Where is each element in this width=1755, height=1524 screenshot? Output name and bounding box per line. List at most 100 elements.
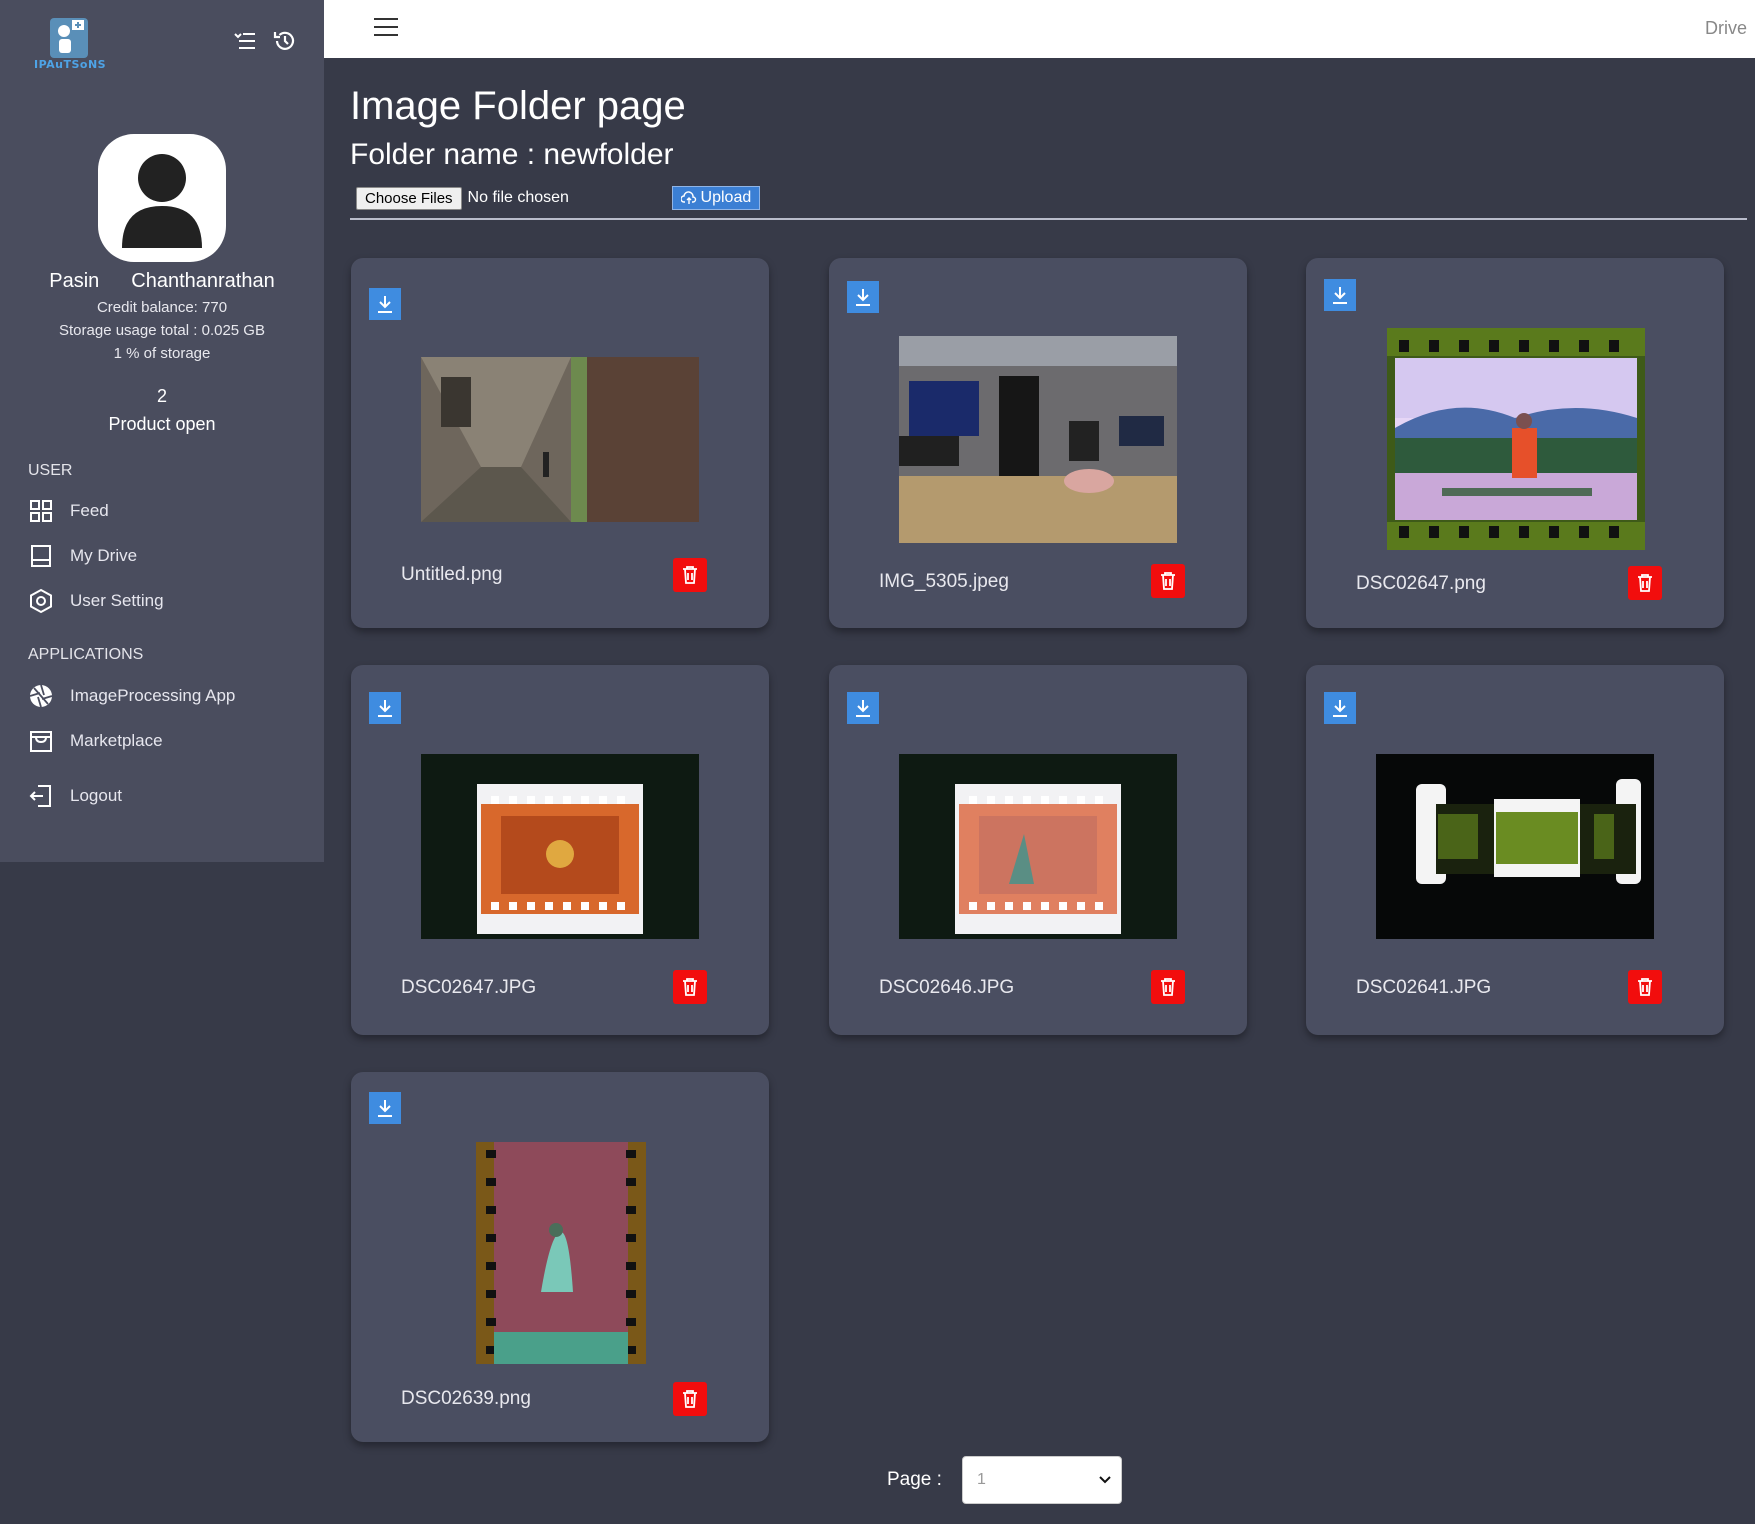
settings-icon xyxy=(30,588,52,614)
folder-name: Folder name : newfolder xyxy=(350,138,674,171)
header-drive-label: Drive xyxy=(1704,18,1747,38)
file-name: DSC02647.JPG xyxy=(401,977,537,998)
drive-icon xyxy=(31,545,51,567)
nav-user-setting[interactable]: User Setting xyxy=(28,586,164,616)
download-button[interactable] xyxy=(847,692,879,724)
trash-icon xyxy=(1161,978,1175,996)
file-thumbnail[interactable] xyxy=(1376,754,1654,939)
sidebar-top-icons xyxy=(232,28,298,54)
page-select[interactable]: 1 xyxy=(961,1456,1122,1504)
collapse-menu-icon[interactable] xyxy=(232,28,258,54)
download-icon xyxy=(378,700,392,717)
product-label: Product open xyxy=(108,414,216,434)
nav-logout-label: Logout xyxy=(70,786,122,805)
nav-image-processing-label: ImageProcessing App xyxy=(70,686,236,705)
download-button[interactable] xyxy=(369,692,401,724)
hamburger-menu-icon[interactable] xyxy=(374,18,398,38)
trash-icon xyxy=(1638,574,1652,592)
trash-icon xyxy=(1638,978,1652,996)
first-name: Pasin xyxy=(49,270,100,292)
file-card: IMG_5305.jpeg xyxy=(829,258,1247,628)
nav-feed-label: Feed xyxy=(70,501,109,520)
file-thumbnail[interactable] xyxy=(421,754,699,939)
file-name: DSC02639.png xyxy=(401,1388,531,1409)
top-bar: Drive xyxy=(324,0,1755,58)
nav-feed[interactable]: Feed xyxy=(28,496,109,526)
download-icon xyxy=(378,1100,392,1117)
app-logo[interactable]: IPAuTSoNS xyxy=(34,16,106,74)
nav-user-setting-label: User Setting xyxy=(70,591,164,610)
nav-my-drive[interactable]: My Drive xyxy=(28,541,137,571)
file-card: DSC02647.JPG xyxy=(351,665,769,1035)
cloud-upload-icon xyxy=(680,191,696,204)
file-thumbnail[interactable] xyxy=(1387,328,1645,550)
trash-icon xyxy=(683,566,697,584)
file-thumbnail[interactable] xyxy=(476,1142,646,1364)
nav-marketplace[interactable]: Marketplace xyxy=(28,726,163,756)
history-icon[interactable] xyxy=(272,28,298,54)
page-select-value: 1 xyxy=(976,1471,986,1488)
file-name: DSC02647.png xyxy=(1356,573,1486,594)
delete-button[interactable] xyxy=(673,1382,707,1416)
user-section-label: USER xyxy=(28,462,73,479)
sidebar: IPAuTSoNS Pasin Chanthanrathan Credit bal… xyxy=(0,0,324,862)
storage-usage: Storage usage total : 0.025 GB xyxy=(59,322,265,339)
nav-image-processing[interactable]: ImageProcessing App xyxy=(28,681,235,711)
trash-icon xyxy=(683,1390,697,1408)
file-card: DSC02647.png xyxy=(1306,258,1724,628)
logout-icon xyxy=(29,785,51,807)
download-button[interactable] xyxy=(847,281,879,313)
chevron-down-icon xyxy=(1099,1476,1111,1484)
page-title: Image Folder page xyxy=(350,84,686,128)
download-icon xyxy=(856,700,870,717)
nav-marketplace-label: Marketplace xyxy=(70,731,163,750)
file-card: DSC02641.JPG xyxy=(1306,665,1724,1035)
delete-button[interactable] xyxy=(1628,970,1662,1004)
aperture-icon xyxy=(29,684,53,708)
avatar[interactable] xyxy=(98,134,226,262)
upload-form: Choose Files No file chosen Upload xyxy=(356,186,761,210)
download-icon xyxy=(856,289,870,306)
applications-section-label: APPLICATIONS xyxy=(28,646,144,663)
trash-icon xyxy=(683,978,697,996)
nav-logout[interactable]: Logout xyxy=(28,781,122,811)
delete-button[interactable] xyxy=(673,970,707,1004)
delete-button[interactable] xyxy=(1151,564,1185,598)
download-icon xyxy=(378,296,392,313)
logo-text: IPAuTSoNS xyxy=(34,58,107,71)
download-icon xyxy=(1333,700,1347,717)
product-count: 2 xyxy=(156,386,167,406)
trash-icon xyxy=(1161,572,1175,590)
delete-button[interactable] xyxy=(1151,970,1185,1004)
header-divider xyxy=(350,218,1747,220)
file-thumbnail[interactable] xyxy=(899,336,1177,543)
download-icon xyxy=(1333,287,1347,304)
download-button[interactable] xyxy=(1324,279,1356,311)
store-icon xyxy=(30,731,52,752)
download-button[interactable] xyxy=(369,288,401,320)
credit-balance: Credit balance: 770 xyxy=(96,299,228,316)
download-button[interactable] xyxy=(1324,692,1356,724)
file-thumbnail[interactable] xyxy=(899,754,1177,939)
delete-button[interactable] xyxy=(1628,566,1662,600)
delete-button[interactable] xyxy=(673,558,707,592)
upload-button[interactable]: Upload xyxy=(671,186,761,210)
choose-files-button[interactable]: Choose Files xyxy=(356,186,462,210)
file-card: DSC02646.JPG xyxy=(829,665,1247,1035)
storage-percent: 1 % of storage xyxy=(113,345,211,362)
logo-icon xyxy=(50,18,88,58)
file-status: No file chosen xyxy=(467,189,569,206)
file-card: DSC02639.png xyxy=(351,1072,769,1442)
file-name: DSC02641.JPG xyxy=(1356,977,1492,998)
file-name: Untitled.png xyxy=(401,564,503,585)
file-name: DSC02646.JPG xyxy=(879,977,1015,998)
file-card: Untitled.png xyxy=(351,258,769,628)
grid-icon xyxy=(30,500,52,522)
page-label: Page : xyxy=(887,1469,942,1490)
file-thumbnail[interactable] xyxy=(421,357,699,522)
upload-label: Upload xyxy=(700,189,752,206)
profile-name: Pasin Chanthanrathan xyxy=(0,270,324,293)
nav-my-drive-label: My Drive xyxy=(70,546,138,565)
pagination: Page : 1 xyxy=(887,1456,1122,1504)
download-button[interactable] xyxy=(369,1092,401,1124)
